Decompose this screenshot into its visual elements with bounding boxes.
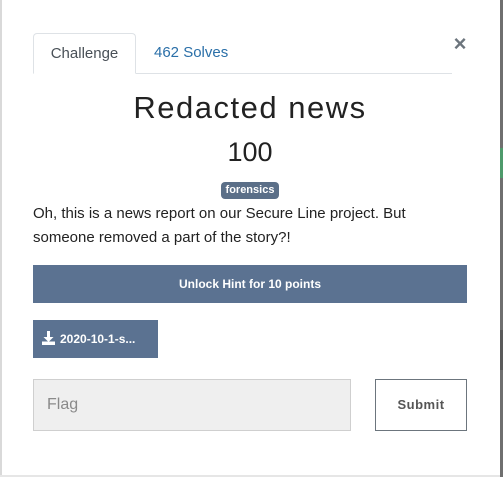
- download-file-button[interactable]: 2020-10-1-s...: [33, 320, 158, 358]
- tab-challenge[interactable]: Challenge: [33, 33, 136, 74]
- submit-button[interactable]: Submit: [375, 379, 467, 431]
- flag-input[interactable]: [33, 379, 351, 431]
- category-tag: forensics: [221, 182, 279, 199]
- challenge-points: 100: [227, 137, 273, 167]
- download-icon: [42, 331, 55, 345]
- challenge-title: Redacted news: [133, 90, 367, 125]
- unlock-hint-button[interactable]: Unlock Hint for 10 points: [33, 265, 467, 303]
- challenge-description: Oh, this is a news report on our Secure …: [33, 205, 406, 246]
- close-icon[interactable]: ×: [450, 32, 470, 56]
- modal-left-edge: [0, 0, 2, 477]
- file-name: 2020-10-1-s...: [60, 332, 136, 346]
- tab-solves[interactable]: 462 Solves: [138, 33, 244, 74]
- challenge-tabs: Challenge 462 Solves: [33, 33, 452, 74]
